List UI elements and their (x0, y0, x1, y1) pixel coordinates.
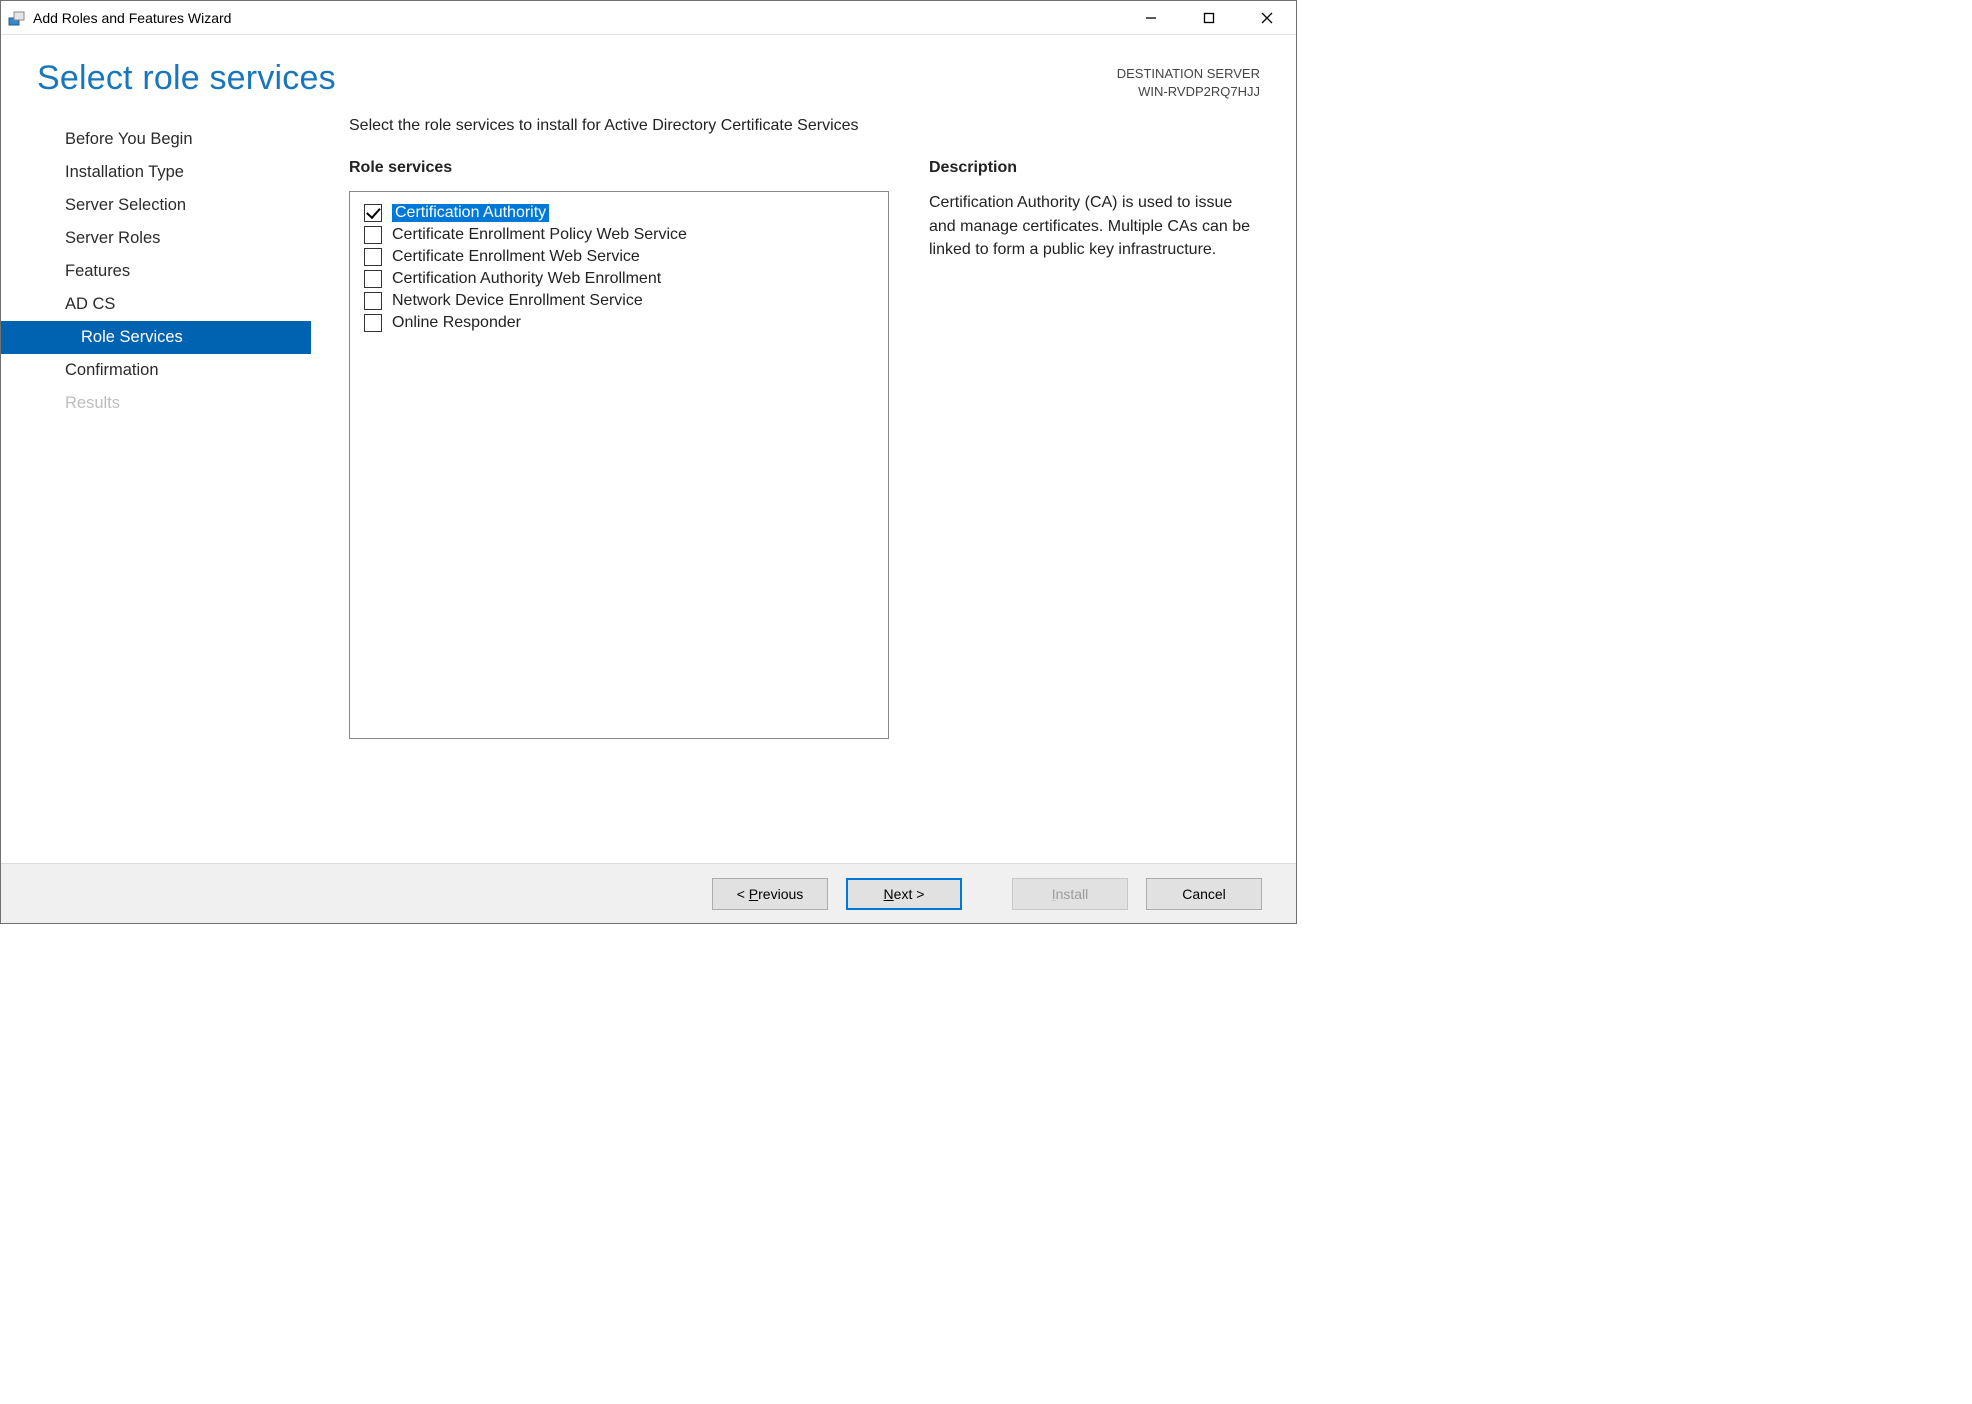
roles-column: Role services Certification AuthorityCer… (349, 159, 889, 863)
role-item[interactable]: Network Device Enrollment Service (364, 290, 874, 312)
window-title: Add Roles and Features Wizard (33, 10, 1122, 26)
destination-value: WIN-RVDP2RQ7HJJ (1117, 83, 1260, 101)
role-label: Online Responder (392, 314, 521, 332)
footer: < PPreviousrevious Next > Install Cancel (1, 863, 1296, 923)
page-title: Select role services (37, 59, 336, 98)
role-checkbox[interactable] (364, 226, 382, 244)
description-text: Certification Authority (CA) is used to … (929, 191, 1260, 261)
install-button: Install (1012, 878, 1128, 910)
nav-item-ad-cs[interactable]: AD CS (1, 288, 311, 321)
cancel-label: Cancel (1182, 886, 1226, 902)
description-label: Description (929, 159, 1260, 177)
nav-item-confirmation[interactable]: Confirmation (1, 354, 311, 387)
body: Before You BeginInstallation TypeServer … (1, 115, 1296, 863)
role-label: Certificate Enrollment Web Service (392, 248, 640, 266)
next-hotkey: N (884, 886, 894, 902)
close-button[interactable] (1238, 1, 1296, 34)
nav-item-role-services[interactable]: Role Services (1, 321, 311, 354)
roles-label: Role services (349, 159, 889, 177)
maximize-button[interactable] (1180, 1, 1238, 34)
titlebar: Add Roles and Features Wizard (1, 1, 1296, 35)
nav-item-results: Results (1, 387, 311, 420)
role-checkbox[interactable] (364, 204, 382, 222)
role-label: Network Device Enrollment Service (392, 292, 643, 310)
role-checkbox[interactable] (364, 248, 382, 266)
role-item[interactable]: Certificate Enrollment Policy Web Servic… (364, 224, 874, 246)
app-icon (7, 8, 27, 28)
previous-button[interactable]: < PPreviousrevious (712, 878, 828, 910)
minimize-button[interactable] (1122, 1, 1180, 34)
role-label: Certificate Enrollment Policy Web Servic… (392, 226, 687, 244)
role-checkbox[interactable] (364, 314, 382, 332)
role-item[interactable]: Certificate Enrollment Web Service (364, 246, 874, 268)
previous-hotkey: P (749, 886, 758, 902)
wizard-nav: Before You BeginInstallation TypeServer … (1, 115, 311, 863)
role-label: Certification Authority Web Enrollment (392, 270, 661, 288)
role-checkbox[interactable] (364, 292, 382, 310)
main-pane: Select the role services to install for … (311, 115, 1260, 863)
nav-item-before-you-begin[interactable]: Before You Begin (1, 123, 311, 156)
role-label: Certification Authority (392, 204, 549, 222)
nav-item-installation-type[interactable]: Installation Type (1, 156, 311, 189)
description-column: Description Certification Authority (CA)… (929, 159, 1260, 863)
columns: Role services Certification AuthorityCer… (349, 159, 1260, 863)
nav-item-server-roles[interactable]: Server Roles (1, 222, 311, 255)
role-item[interactable]: Online Responder (364, 312, 874, 334)
destination-server: DESTINATION SERVER WIN-RVDP2RQ7HJJ (1117, 65, 1260, 101)
roles-listbox[interactable]: Certification Authority Certificate Enrol… (349, 191, 889, 739)
nav-item-server-selection[interactable]: Server Selection (1, 189, 311, 222)
wizard-window: Add Roles and Features Wizard Select rol… (0, 0, 1297, 924)
role-item[interactable]: Certification Authority Web Enrollment (364, 268, 874, 290)
instruction-text: Select the role services to install for … (349, 117, 1260, 135)
role-checkbox[interactable] (364, 270, 382, 288)
nav-item-features[interactable]: Features (1, 255, 311, 288)
destination-label: DESTINATION SERVER (1117, 65, 1260, 83)
header: Select role services DESTINATION SERVER … (1, 35, 1296, 115)
cancel-button[interactable]: Cancel (1146, 878, 1262, 910)
next-button[interactable]: Next > (846, 878, 962, 910)
window-controls (1122, 1, 1296, 34)
role-item[interactable]: Certification Authority (364, 202, 874, 224)
